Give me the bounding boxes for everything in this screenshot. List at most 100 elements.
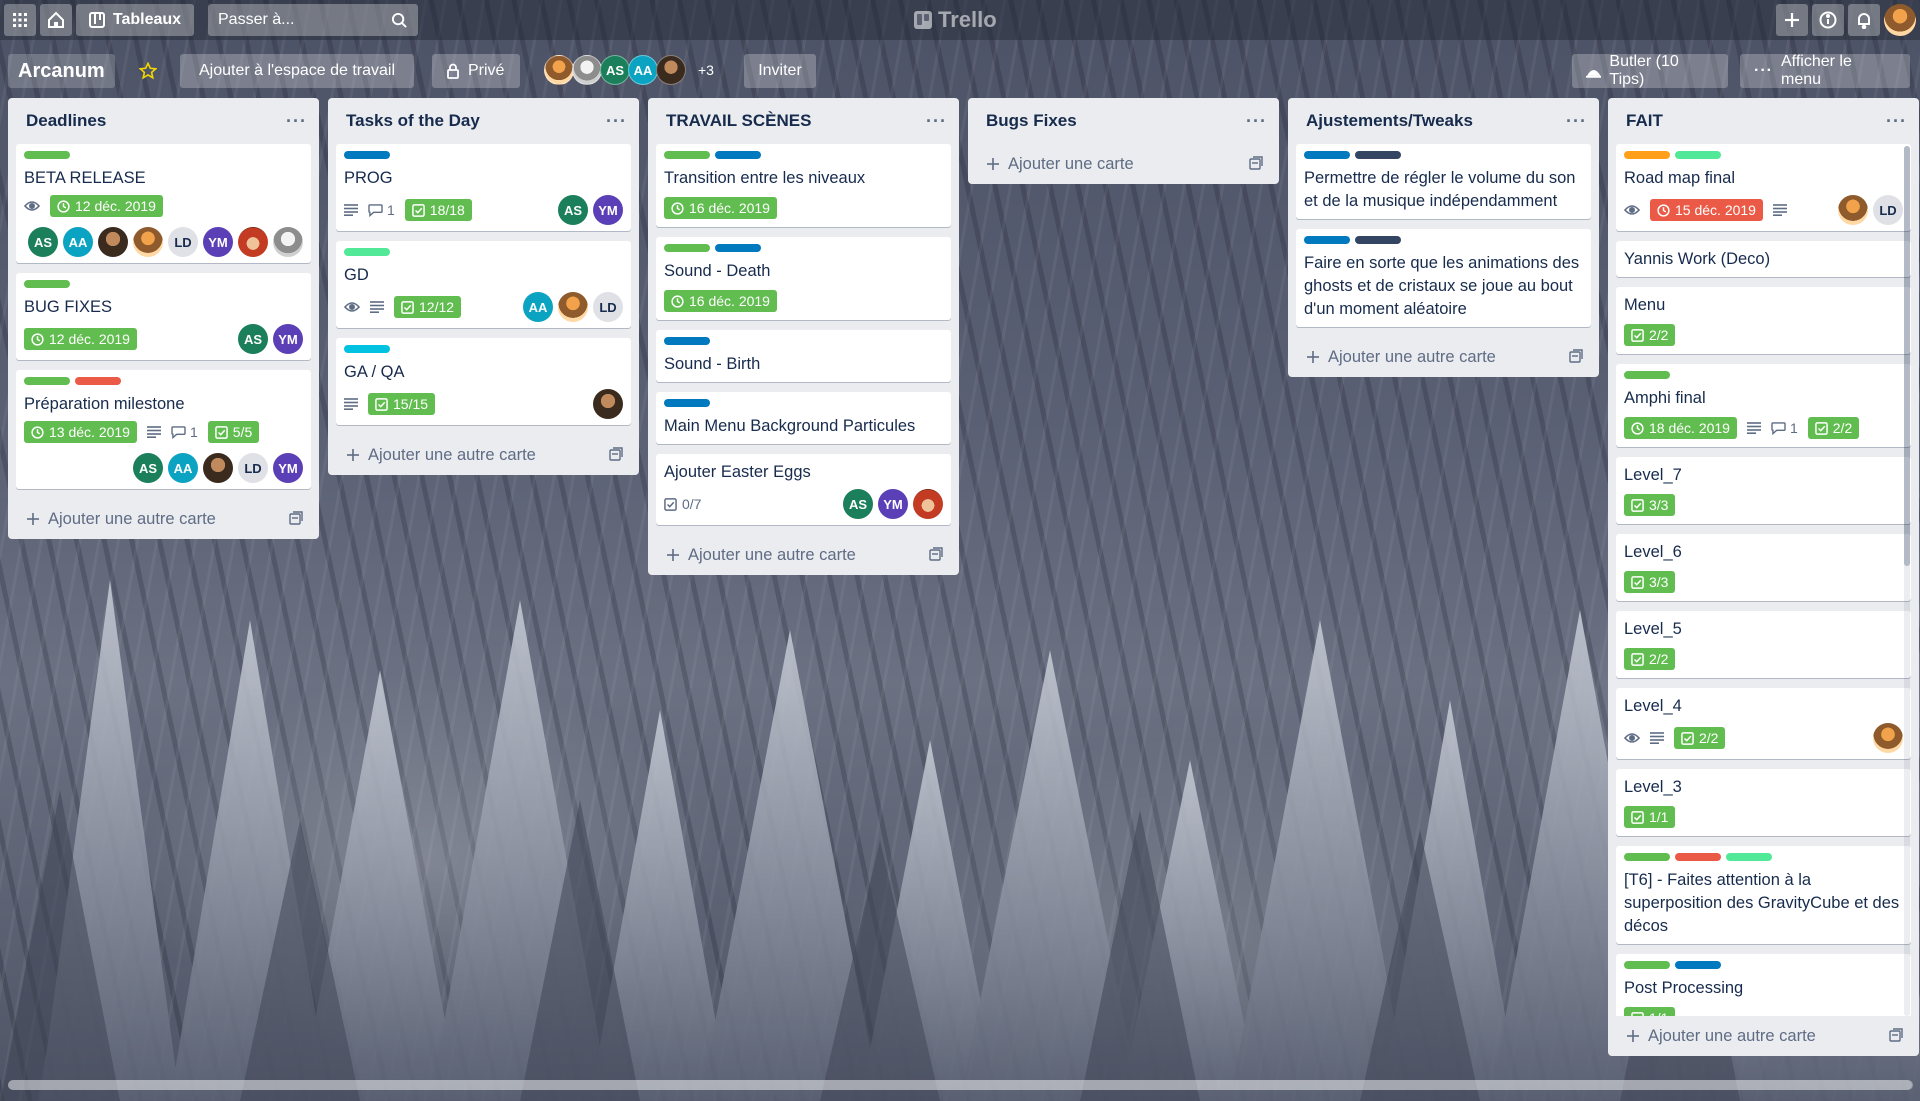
apps-button[interactable] — [4, 4, 36, 36]
label-orange[interactable] — [1624, 151, 1670, 159]
show-menu-button[interactable]: ··· Afficher le menu — [1740, 53, 1910, 88]
label-red[interactable] — [75, 377, 121, 385]
member-avatar[interactable] — [544, 55, 574, 85]
member-avatar[interactable] — [572, 55, 602, 85]
member-avatar[interactable] — [273, 227, 303, 257]
member-avatar[interactable] — [656, 55, 686, 85]
card[interactable]: Level_5 2/2 — [1616, 611, 1911, 678]
member-avatar[interactable]: YM — [203, 227, 233, 257]
card[interactable]: Level_6 3/3 — [1616, 534, 1911, 601]
list-title[interactable]: TRAVAIL SCÈNES — [666, 111, 811, 131]
list-title[interactable]: Tasks of the Day — [346, 111, 480, 131]
member-avatar[interactable]: YM — [878, 489, 908, 519]
card[interactable]: Ajouter Easter Eggs 0/7 AS YM — [656, 454, 951, 525]
member-avatar[interactable] — [133, 227, 163, 257]
list-header[interactable]: Bugs Fixes ··· — [968, 98, 1279, 144]
card[interactable]: GA / QA 15/15 — [336, 338, 631, 425]
card[interactable]: Amphi final 18 déc. 2019 1 2/2 — [1616, 364, 1911, 447]
board-scroll-thumb[interactable] — [8, 1080, 1913, 1090]
label-blue[interactable] — [664, 337, 710, 345]
card[interactable]: Road map final 15 déc. 2019 LD — [1616, 144, 1911, 231]
search-box[interactable]: Passer à... — [208, 4, 418, 36]
search-input[interactable]: Passer à... — [218, 11, 294, 29]
list-title[interactable]: FAIT — [1626, 111, 1663, 131]
label-red[interactable] — [1675, 853, 1721, 861]
card[interactable]: Yannis Work (Deco) — [1616, 241, 1911, 277]
label-green[interactable] — [1624, 853, 1670, 861]
card[interactable]: Sound - Death 16 déc. 2019 — [656, 237, 951, 320]
member-avatar[interactable] — [238, 227, 268, 257]
label-lime[interactable] — [1726, 853, 1772, 861]
due-date-badge[interactable]: 12 déc. 2019 — [50, 195, 163, 217]
add-to-workspace-button[interactable]: Ajouter à l'espace de travail — [180, 54, 414, 88]
card[interactable]: Préparation milestone 13 déc. 2019 1 5/5 AS A… — [16, 370, 311, 489]
member-avatar[interactable] — [1873, 723, 1903, 753]
label-blue[interactable] — [715, 151, 761, 159]
member-avatar[interactable]: AA — [63, 227, 93, 257]
card[interactable]: Level_3 1/1 — [1616, 769, 1911, 836]
label-green[interactable] — [24, 151, 70, 159]
label-blue[interactable] — [1675, 961, 1721, 969]
card[interactable]: Level_4 2/2 — [1616, 688, 1911, 759]
label-lime[interactable] — [1675, 151, 1721, 159]
user-avatar[interactable] — [1884, 4, 1916, 36]
list-header[interactable]: Tasks of the Day ··· — [328, 98, 639, 144]
trello-logo[interactable]: Trello — [914, 6, 997, 34]
list-title[interactable]: Ajustements/Tweaks — [1306, 111, 1473, 131]
due-date-badge[interactable]: 15 déc. 2019 — [1650, 199, 1763, 221]
list-header[interactable]: TRAVAIL SCÈNES ··· — [648, 98, 959, 144]
list-menu-icon[interactable]: ··· — [606, 111, 627, 132]
label-green[interactable] — [1624, 961, 1670, 969]
label-blue[interactable] — [715, 244, 761, 252]
due-date-badge[interactable]: 16 déc. 2019 — [664, 197, 777, 219]
star-button[interactable] — [132, 54, 164, 88]
label-blue[interactable] — [1304, 151, 1350, 159]
member-avatar[interactable]: AA — [168, 453, 198, 483]
list-scroll-thumb[interactable] — [1904, 146, 1910, 566]
card[interactable]: Permettre de régler le volume du son et … — [1296, 144, 1591, 219]
card[interactable]: Post Processing 1/1 — [1616, 954, 1911, 1016]
member-avatar[interactable]: AS — [558, 195, 588, 225]
card-template-icon[interactable] — [289, 511, 303, 530]
card[interactable]: Sound - Birth — [656, 330, 951, 382]
member-avatar[interactable] — [98, 227, 128, 257]
home-button[interactable] — [40, 4, 72, 36]
list-menu-icon[interactable]: ··· — [1566, 111, 1587, 132]
card[interactable]: BUG FIXES 12 déc. 2019 AS YM — [16, 273, 311, 360]
invite-button[interactable]: Inviter — [744, 54, 816, 88]
add-card-button[interactable]: Ajouter une autre carte — [648, 535, 959, 575]
member-avatar[interactable] — [913, 489, 943, 519]
member-avatar[interactable]: AA — [628, 55, 658, 85]
member-avatar[interactable] — [558, 292, 588, 322]
member-avatar[interactable]: AS — [843, 489, 873, 519]
privacy-button[interactable]: Privé — [432, 54, 520, 88]
member-avatar[interactable] — [203, 453, 233, 483]
list-vertical-scrollbar[interactable] — [1904, 146, 1910, 1016]
add-card-button[interactable]: Ajouter une carte — [968, 144, 1279, 184]
list-header[interactable]: FAIT ··· — [1608, 98, 1919, 144]
member-avatar[interactable]: YM — [273, 324, 303, 354]
board-horizontal-scrollbar[interactable] — [8, 1080, 1913, 1090]
member-avatar[interactable] — [1838, 195, 1868, 225]
board-title[interactable]: Arcanum — [8, 54, 115, 88]
label-blue[interactable] — [1304, 236, 1350, 244]
card-template-icon[interactable] — [1569, 349, 1583, 368]
due-date-badge[interactable]: 13 déc. 2019 — [24, 421, 137, 443]
member-avatar[interactable]: AA — [523, 292, 553, 322]
card-template-icon[interactable] — [1249, 156, 1263, 175]
card-template-icon[interactable] — [609, 447, 623, 466]
info-button[interactable] — [1812, 4, 1844, 36]
boards-button[interactable]: Tableaux — [76, 4, 194, 36]
member-avatar[interactable]: LD — [238, 453, 268, 483]
card[interactable]: Main Menu Background Particules — [656, 392, 951, 444]
label-green[interactable] — [24, 377, 70, 385]
label-lime[interactable] — [344, 248, 390, 256]
label-green[interactable] — [664, 151, 710, 159]
card[interactable]: Level_7 3/3 — [1616, 457, 1911, 524]
member-avatar[interactable]: AS — [133, 453, 163, 483]
label-blue[interactable] — [664, 399, 710, 407]
list-header[interactable]: Deadlines ··· — [8, 98, 319, 144]
more-members-count[interactable]: +3 — [698, 62, 714, 78]
label-green[interactable] — [1624, 371, 1670, 379]
list-title[interactable]: Deadlines — [26, 111, 106, 131]
